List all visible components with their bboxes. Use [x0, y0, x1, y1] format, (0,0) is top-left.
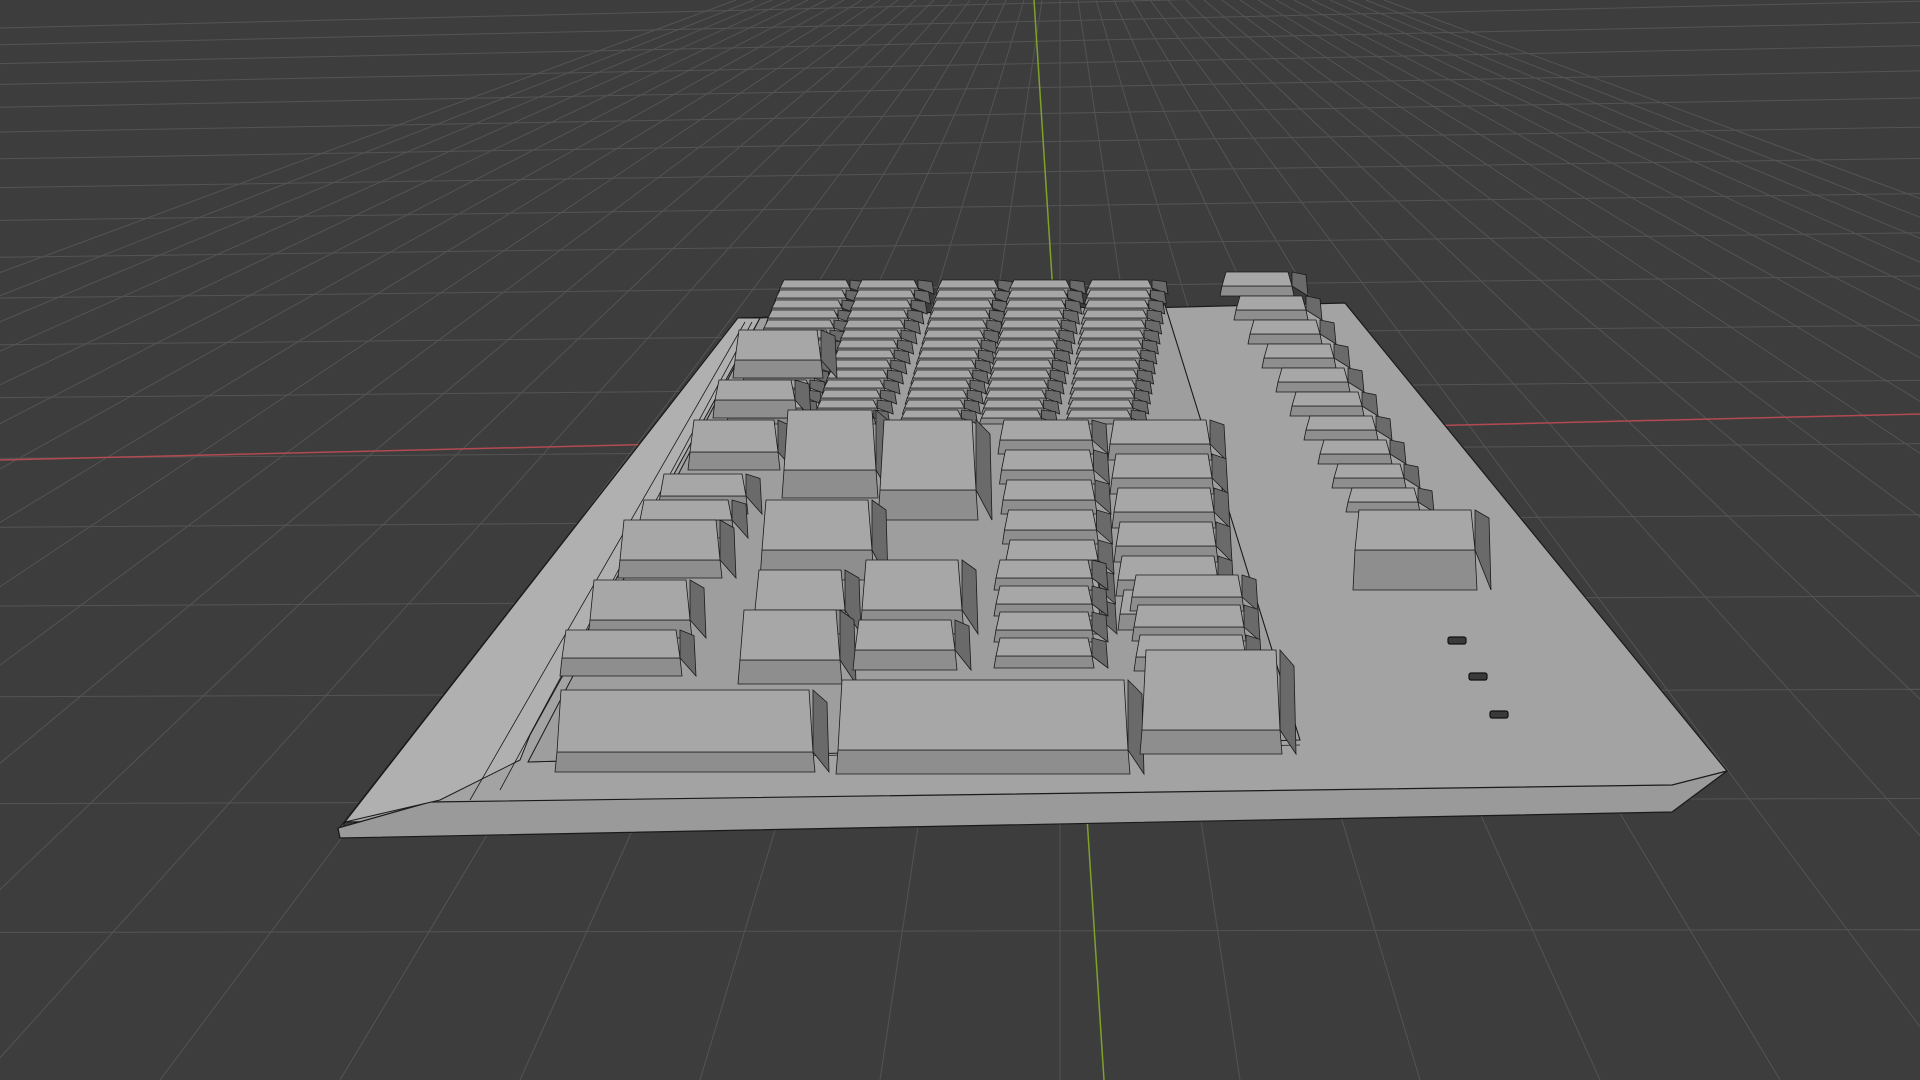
- led-indicator: [1468, 672, 1488, 681]
- keycap: [554, 689, 830, 774]
- grid-line: [0, 0, 1920, 46]
- grid-line: [0, 929, 1920, 933]
- led-indicator: [1489, 710, 1509, 719]
- keycap: [1219, 271, 1309, 297]
- keycap: [835, 679, 1145, 776]
- keycap: [1139, 648, 1297, 756]
- grid-line: [0, 126, 1920, 160]
- keycap: [732, 329, 838, 380]
- viewport-canvas[interactable]: [0, 0, 1920, 1080]
- 3d-viewport[interactable]: [0, 0, 1920, 1080]
- led-indicator: [1447, 636, 1467, 645]
- keycap: [559, 629, 697, 678]
- keycap: [1352, 509, 1492, 591]
- grid-line: [0, 45, 1920, 85]
- keycap: [687, 419, 795, 472]
- grid-line: [0, 21, 1920, 65]
- grid-line: [0, 232, 1920, 258]
- keyboard-mesh[interactable]: [337, 271, 1728, 839]
